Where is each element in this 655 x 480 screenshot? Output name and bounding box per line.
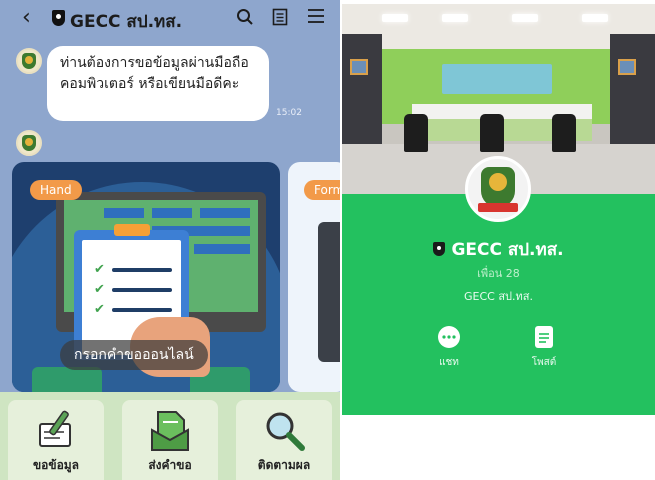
friends-count[interactable]: เพื่อน 28 [342, 264, 655, 282]
profile-panel: GECC สป.ทส. เพื่อน 28 GECC สป.ทส. แชท โพ… [342, 4, 655, 415]
magnifier-icon [266, 412, 305, 451]
emblem-icon [22, 135, 36, 151]
rich-menu-item-track[interactable]: ติดตามผล [236, 400, 332, 480]
rich-menu-label: ขอข้อมูล [32, 458, 80, 472]
clipboard-clip [114, 224, 150, 236]
search-icon[interactable] [236, 8, 254, 31]
carousel-card-form[interactable]: Form [288, 162, 340, 392]
text-line [112, 288, 172, 292]
chat-title: GECC สป.ทส. [70, 12, 183, 32]
verified-shield-icon [52, 10, 65, 26]
cover-banner [442, 64, 552, 94]
cover-picture [618, 59, 636, 75]
rich-menu: ขอข้อมูล ส่งคำขอ ติดตามผล [0, 392, 340, 480]
ceiling-light [382, 14, 408, 22]
check-icon: ✔ [94, 262, 105, 277]
message-bubble: ท่านต้องการขอข้อมูลผ่านมือถือ คอมพิวเตอร… [47, 46, 269, 121]
chevron-left-icon[interactable]: ‹ [22, 6, 31, 30]
send-document-icon [151, 411, 189, 451]
rich-menu-label: ส่งคำขอ [148, 458, 192, 472]
chat-action[interactable]: แชท [419, 326, 479, 370]
ceiling-light [582, 14, 608, 22]
cover-chair [404, 114, 428, 152]
form-writing-icon [39, 410, 71, 447]
status-message: GECC สป.ทส. [464, 290, 533, 303]
cover-picture [350, 59, 368, 75]
emblem-icon [22, 53, 36, 69]
menu-icon[interactable] [307, 8, 325, 29]
emblem-ribbon [478, 203, 518, 212]
profile-logo[interactable] [465, 156, 531, 222]
carousel-card-hand[interactable]: ✔ ✔ ✔ Hand กรอกคำขอออนไลน์ [12, 162, 280, 392]
emblem-icon [481, 167, 515, 207]
post-action-label: โพสต์ [531, 357, 557, 368]
card-action-label[interactable]: กรอกคำขอออนไลน์ [60, 340, 208, 370]
card-tag: Hand [30, 180, 82, 200]
bot-avatar[interactable] [16, 48, 42, 74]
verified-shield-icon [433, 242, 446, 256]
cover-wall-right [610, 34, 655, 144]
screen-block [152, 208, 192, 218]
ceiling-light [512, 14, 538, 22]
post-action[interactable]: โพสต์ [514, 326, 574, 370]
cover-chair [480, 114, 504, 152]
sleeve-illustration [32, 367, 102, 392]
chat-icon [438, 326, 460, 348]
chat-header: ‹ GECC สป.ทส. [0, 0, 340, 38]
screenshot-root: ‹ GECC สป.ทส. ท่านต้องการขอข้อมูลผ่านมือ… [0, 0, 655, 480]
screen-block [194, 244, 250, 254]
profile-name: GECC สป.ทส. [342, 236, 655, 263]
device-illustration [318, 222, 340, 362]
screen-block [104, 208, 144, 218]
check-icon: ✔ [94, 302, 105, 317]
notes-icon[interactable] [272, 8, 288, 31]
profile-name-text: GECC สป.ทส. [451, 240, 564, 260]
text-line [112, 308, 172, 312]
chat-action-label: แชท [439, 357, 459, 368]
card-tag: Form [304, 180, 340, 200]
rich-menu-item-request-info[interactable]: ขอข้อมูล [8, 400, 104, 480]
cover-chair [552, 114, 576, 152]
profile-info: GECC สป.ทส. เพื่อน 28 GECC สป.ทส. แชท โพ… [342, 194, 655, 415]
message-time: 15:02 [276, 108, 302, 118]
post-icon [535, 326, 553, 348]
bot-avatar[interactable] [16, 130, 42, 156]
screen-block [200, 208, 250, 218]
chat-panel: ‹ GECC สป.ทส. ท่านต้องการขอข้อมูลผ่านมือ… [0, 0, 340, 480]
rich-menu-label: ติดตามผล [257, 458, 311, 472]
text-line [112, 268, 172, 272]
check-icon: ✔ [94, 282, 105, 297]
rich-menu-item-send-request[interactable]: ส่งคำขอ [122, 400, 218, 480]
cover-wall-left [342, 34, 382, 144]
ceiling-light [442, 14, 468, 22]
